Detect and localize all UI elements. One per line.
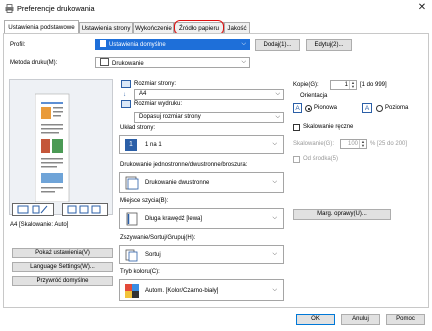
layout-value: 1 na 1 (145, 142, 162, 148)
print-icon (100, 58, 109, 66)
show-settings-button[interactable]: Pokaż ustawienia(V) (12, 248, 113, 258)
preview-caption: A4 [Skalowanie: Auto] (10, 222, 69, 228)
tab-quality[interactable]: Jakość (224, 22, 250, 33)
duplex-label: Drukowanie jednostronne/dwustronne/brosz… (120, 162, 248, 168)
duplex-value: Drukowanie dwustronne (145, 180, 210, 186)
color-mode-select[interactable]: Autom. [Kolor/Czarno-biały] ⌵ (119, 279, 284, 301)
preview-mode-toggle-left[interactable] (12, 203, 54, 216)
page-preview-image (35, 93, 70, 202)
help-button[interactable]: Pomoc (386, 314, 425, 325)
collate-icon (125, 249, 138, 262)
binding-margin-button[interactable]: Marg. oprawy(U)... (293, 209, 391, 220)
profile-label: Profil: (10, 42, 26, 48)
arrow-down-icon: ↓ (123, 92, 126, 98)
landscape-label: Pozioma (385, 105, 409, 111)
chevron-down-icon: ⌵ (241, 41, 246, 47)
copies-spinner[interactable]: 1 ▲ ▼ (330, 80, 357, 90)
output-size-value: Dopasuj rozmiar strony (139, 114, 201, 120)
tab-basic-settings[interactable]: Ustawienia podstawowe (4, 20, 79, 34)
scaling-range: % [25 do 200] (370, 141, 408, 147)
chevron-down-icon: ⌵ (272, 141, 277, 147)
collate-value: Sortuj (145, 252, 161, 258)
portrait-icon: A (293, 103, 302, 113)
chevron-down-icon: ⌵ (272, 179, 277, 185)
center-checkbox[interactable] (293, 156, 300, 163)
spin-arrows-icon[interactable]: ▲ ▼ (349, 81, 356, 89)
profile-value: Ustawienia domyślne (109, 42, 166, 48)
binding-value: Długa krawędź [lewa] (145, 216, 203, 222)
ok-button[interactable]: OK (296, 314, 335, 325)
scaling-value-label: Skalowanie(G): (293, 141, 335, 147)
add-profile-button[interactable]: Dodaj(1)... (255, 39, 300, 51)
center-label: Od środka(5) (303, 156, 339, 162)
chevron-down-icon: ⌵ (272, 251, 277, 257)
portrait-label: Pionowa (314, 105, 338, 111)
chevron-down-icon: ⌵ (272, 287, 277, 293)
document-icon (100, 40, 106, 47)
window-title: Preferencje drukowania (17, 4, 95, 13)
manual-scaling-label: Skalowanie ręczne (303, 124, 354, 130)
landscape-icon: A (362, 103, 372, 113)
color-mode-icon (125, 284, 139, 298)
scaling-spinner[interactable]: 100 ▲ ▼ (340, 139, 367, 149)
printer-icon (5, 4, 14, 13)
language-settings-button[interactable]: Language Settings(W)... (12, 262, 113, 272)
duplex-select[interactable]: Drukowanie dwustronne ⌵ (119, 172, 284, 193)
page-size-value: A4 (139, 91, 147, 97)
orientation-label: Orientacja (300, 93, 328, 99)
copies-value: 1 (344, 82, 348, 88)
chevron-down-icon: ⌵ (275, 91, 280, 97)
binding-select[interactable]: Długa krawędź [lewa] ⌵ (119, 208, 284, 229)
output-method-label: Metoda druku(M): (10, 60, 58, 66)
output-size-icon (121, 100, 131, 108)
manual-scaling-checkbox[interactable] (293, 124, 300, 131)
color-mode-value: Autom. [Kolor/Czarno-biały] (145, 288, 219, 294)
copies-label: Kopie(G): (293, 82, 319, 88)
page-layout-icon (17, 205, 48, 214)
collate-select[interactable]: Sortuj ⌵ (119, 245, 284, 264)
duplex-icon (125, 176, 139, 190)
output-method-value: Drukowanie (112, 61, 144, 67)
page-size-label: Rozmiar strony: (134, 81, 177, 87)
chevron-down-icon: ⌵ (272, 215, 277, 221)
page-size-icon (121, 80, 131, 88)
layout-select[interactable]: 1 1 na 1 ⌵ (119, 135, 284, 154)
scaling-value: 100 (347, 141, 358, 147)
restore-defaults-button[interactable]: Przywróć domyślne (12, 276, 113, 286)
profile-select[interactable]: Ustawienia domyślne ⌵ (95, 39, 250, 50)
output-size-label: Rozmiar wydruku: (134, 101, 183, 107)
layout-1up-icon: 1 (125, 139, 137, 151)
color-mode-label: Tryb koloru(C): (120, 269, 160, 275)
output-method-select[interactable]: Drukowanie ⌵ (95, 57, 250, 68)
output-size-select[interactable]: Dopasuj rozmiar strony ⌵ (134, 112, 284, 123)
layout-label: Układ strony: (120, 125, 156, 131)
title-bar: Preferencje drukowania ✕ (0, 0, 432, 17)
preview-mode-toggle-right[interactable] (62, 203, 108, 216)
close-icon[interactable]: ✕ (416, 2, 428, 14)
chevron-down-icon: ⌵ (241, 59, 246, 65)
binding-edge-icon (126, 212, 138, 226)
spin-arrows-icon[interactable]: ▲ ▼ (359, 140, 366, 148)
tab-finishing[interactable]: Wykończenie (133, 22, 174, 33)
collate-label: Zszywanie/Sortuj/Grupuj(H): (120, 235, 196, 241)
copies-range: [1 do 999] (360, 82, 387, 88)
settings-view-icon (67, 205, 101, 214)
edit-profile-button[interactable]: Edytuj(2)... (306, 39, 352, 51)
binding-label: Miejsce szycia(B): (120, 198, 169, 204)
tab-page-setup[interactable]: Ustawienia strony (79, 22, 133, 33)
cancel-button[interactable]: Anuluj (341, 314, 380, 325)
page-size-select[interactable]: A4 ⌵ (134, 89, 284, 100)
portrait-radio[interactable] (305, 105, 312, 112)
chevron-down-icon: ⌵ (275, 114, 280, 120)
landscape-radio[interactable] (376, 105, 383, 112)
